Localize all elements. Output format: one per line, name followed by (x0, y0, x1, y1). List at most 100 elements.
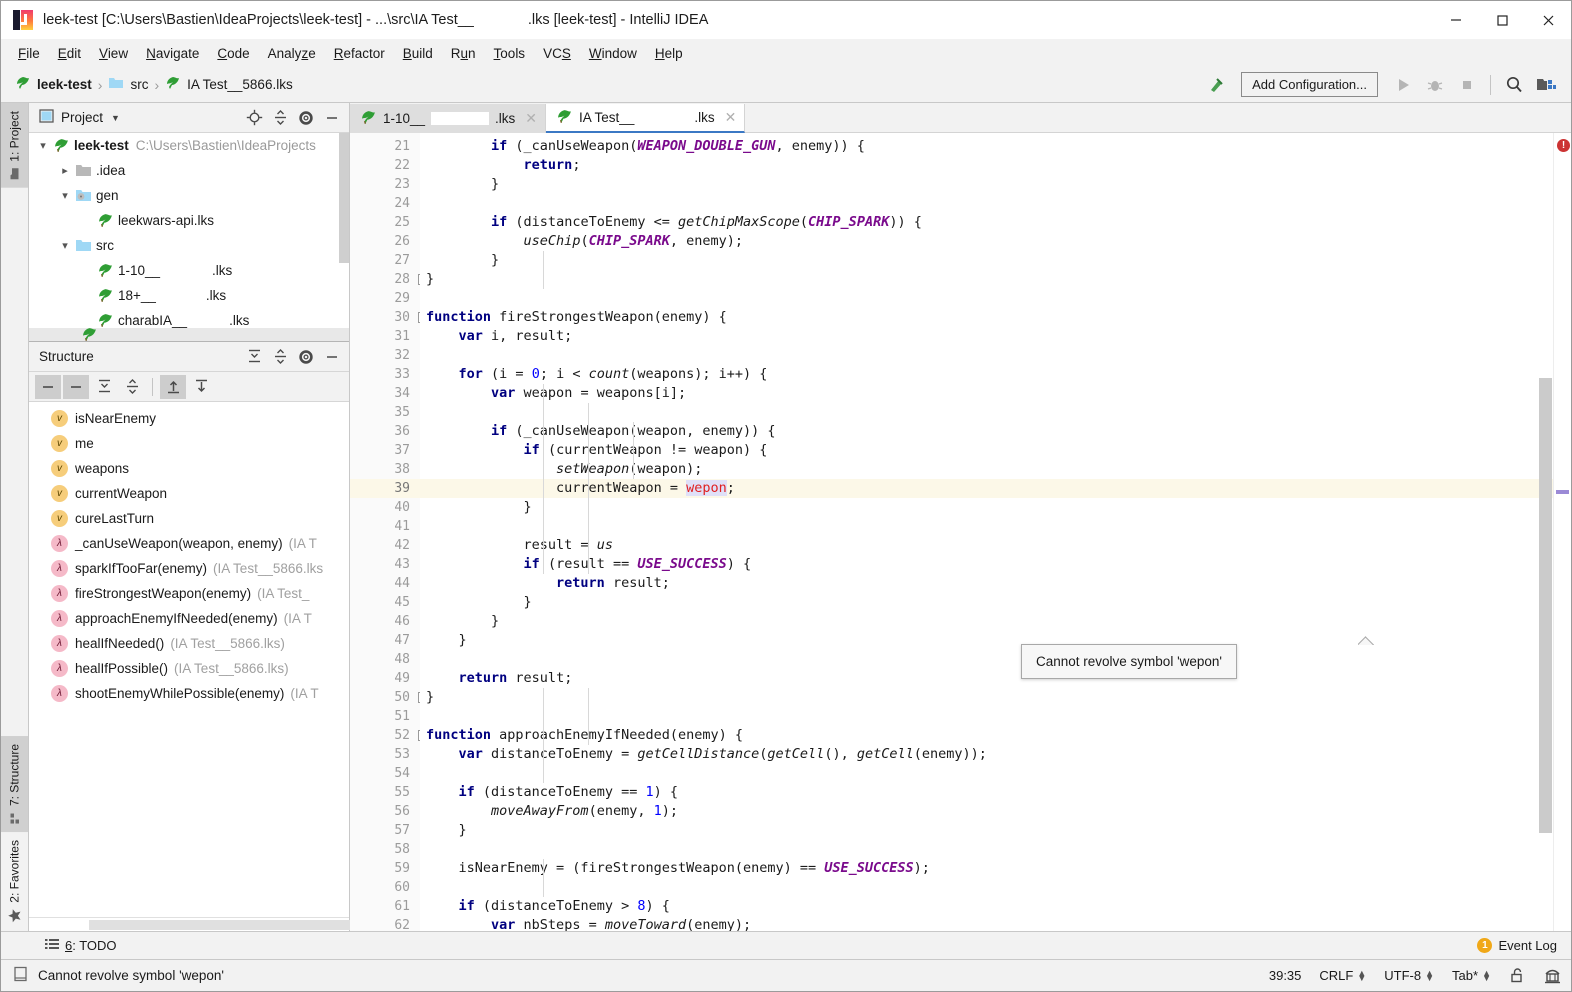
error-stripe[interactable]: ! (1553, 133, 1571, 931)
tree-node[interactable]: 18+__ .lks (29, 283, 349, 308)
code-line[interactable]: } (420, 631, 1553, 650)
scrollbar-thumb[interactable] (1539, 378, 1552, 833)
error-stripe-marker[interactable] (1556, 490, 1569, 494)
project-structure-icon[interactable] (1531, 71, 1561, 99)
code-line[interactable]: return result; (420, 669, 1553, 688)
close-icon[interactable] (1525, 1, 1571, 39)
structure-item[interactable]: v weapons (29, 456, 349, 481)
code-line[interactable] (420, 194, 1553, 213)
menu-run[interactable]: Run (442, 43, 485, 64)
editor-vertical-scrollbar[interactable] (1539, 133, 1552, 931)
line-number[interactable]: 45 (350, 593, 420, 612)
code-line[interactable]: var i, result; (420, 327, 1553, 346)
line-number[interactable]: 34 (350, 384, 420, 403)
sidebar-item-project[interactable]: 1: Project (1, 103, 28, 188)
line-number[interactable]: 58 (350, 840, 420, 859)
maximize-icon[interactable] (1479, 1, 1525, 39)
line-number[interactable]: 25 (350, 213, 420, 232)
chevron-down-icon[interactable]: ▾ (35, 139, 51, 152)
close-icon[interactable]: ✕ (525, 110, 537, 127)
line-number[interactable]: 57 (350, 821, 420, 840)
menu-file[interactable]: File (9, 43, 49, 64)
line-number[interactable]: 28− (350, 270, 429, 289)
line-number[interactable]: 29 (350, 289, 420, 308)
line-number[interactable]: 60 (350, 878, 420, 897)
menu-analyze[interactable]: Analyze (259, 43, 325, 64)
project-tree[interactable]: ▾ leek-test C:\Users\Bastien\IdeaProjects ▸… (29, 133, 349, 341)
hector-inspector-icon[interactable] (1534, 967, 1571, 985)
code-line[interactable]: } (420, 498, 1553, 517)
sidebar-item-favorites[interactable]: 2: Favorites (1, 832, 28, 931)
code-line[interactable] (420, 878, 1553, 897)
line-number[interactable]: 41 (350, 517, 420, 536)
code-line[interactable]: function fireStrongestWeapon(enemy) { (420, 308, 1553, 327)
structure-item[interactable]: v currentWeapon (29, 481, 349, 506)
event-log-button[interactable]: 1 Event Log (1477, 938, 1571, 953)
code-line[interactable]: return result; (420, 574, 1553, 593)
line-number[interactable]: 51 (350, 707, 420, 726)
close-icon[interactable]: ✕ (725, 109, 737, 126)
line-number[interactable]: 37 (350, 441, 420, 460)
build-hammer-icon[interactable] (1201, 71, 1231, 99)
structure-item[interactable]: λ approachEnemyIfNeeded(enemy) (IA T (29, 606, 349, 631)
structure-item[interactable]: λ _canUseWeapon(weapon, enemy) (IA T (29, 531, 349, 556)
chevron-right-icon[interactable]: ▸ (57, 164, 73, 177)
code-line[interactable]: var weapon = weapons[i]; (420, 384, 1553, 403)
line-number[interactable]: 61 (350, 897, 420, 916)
code-line[interactable]: function approachEnemyIfNeeded(enemy) { (420, 726, 1553, 745)
indent-selector[interactable]: Tab* ▲ ▼ (1443, 968, 1500, 983)
unlocked-icon[interactable] (1500, 967, 1534, 984)
add-configuration-button[interactable]: Add Configuration... (1241, 72, 1378, 97)
settings-gear-icon[interactable] (293, 344, 319, 370)
code-line[interactable]: } (420, 251, 1553, 270)
code-line[interactable] (420, 346, 1553, 365)
code-line[interactable] (420, 517, 1553, 536)
structure-item[interactable]: v cureLastTurn (29, 506, 349, 531)
line-number[interactable]: 21 (350, 137, 420, 156)
line-number[interactable]: 36 (350, 422, 420, 441)
collapse-all-icon[interactable] (267, 344, 293, 370)
code-line[interactable]: moveAwayFrom(enemy, 1); (420, 802, 1553, 821)
menu-view[interactable]: View (90, 43, 137, 64)
chevron-down-icon[interactable]: ▼ (111, 113, 120, 123)
collapse-all-icon[interactable] (267, 105, 293, 131)
tree-node-partial[interactable] (29, 328, 349, 341)
menu-code[interactable]: Code (208, 43, 258, 64)
debug-icon[interactable] (1420, 71, 1450, 99)
code-line[interactable]: var nbSteps = moveToward(enemy); (420, 916, 1553, 931)
breadcrumb-src[interactable]: src (104, 74, 152, 95)
code-line[interactable]: } (420, 612, 1553, 631)
code-line[interactable]: if (_canUseWeapon(weapon, enemy)) { (420, 422, 1553, 441)
locate-icon[interactable] (241, 105, 267, 131)
code-line[interactable] (420, 403, 1553, 422)
tree-node[interactable]: 1-10__ .lks (29, 258, 349, 283)
scroll-from-source-icon[interactable] (160, 374, 186, 399)
code-line[interactable] (420, 289, 1553, 308)
code-line[interactable]: if (result == USE_SUCCESS) { (420, 555, 1553, 574)
caret-position[interactable]: 39:35 (1260, 968, 1311, 983)
encoding-selector[interactable]: UTF-8 ▲ ▼ (1375, 968, 1443, 983)
tree-node[interactable]: ▾ leek-test C:\Users\Bastien\IdeaProjects (29, 133, 349, 158)
line-number[interactable]: 42 (350, 536, 420, 555)
code-line[interactable]: if (distanceToEnemy == 1) { (420, 783, 1553, 802)
expand-all-icon[interactable] (241, 344, 267, 370)
sort-alpha-icon[interactable] (35, 374, 61, 399)
line-number[interactable]: 27 (350, 251, 420, 270)
line-number[interactable]: 32 (350, 346, 420, 365)
editor-tab[interactable]: IA Test__ .lks ✕ (546, 104, 746, 133)
line-number[interactable]: 22 (350, 156, 420, 175)
line-number[interactable]: 30− (350, 308, 429, 327)
line-number[interactable]: 54 (350, 764, 420, 783)
menu-navigate[interactable]: Navigate (137, 43, 208, 64)
stop-icon[interactable] (1452, 71, 1482, 99)
code-line[interactable]: result = us (420, 536, 1553, 555)
expand-all-icon[interactable] (91, 375, 117, 399)
code-line[interactable]: if (_canUseWeapon(WEAPON_DOUBLE_GUN, ene… (420, 137, 1553, 156)
sort-visibility-icon[interactable] (63, 374, 89, 399)
scrollbar-thumb[interactable] (339, 133, 349, 263)
line-number[interactable]: 39 (350, 479, 420, 498)
menu-build[interactable]: Build (394, 43, 442, 64)
menu-edit[interactable]: Edit (49, 43, 90, 64)
code-line[interactable]: currentWeapon = wepon; (420, 479, 1553, 498)
code-line[interactable] (420, 650, 1553, 669)
